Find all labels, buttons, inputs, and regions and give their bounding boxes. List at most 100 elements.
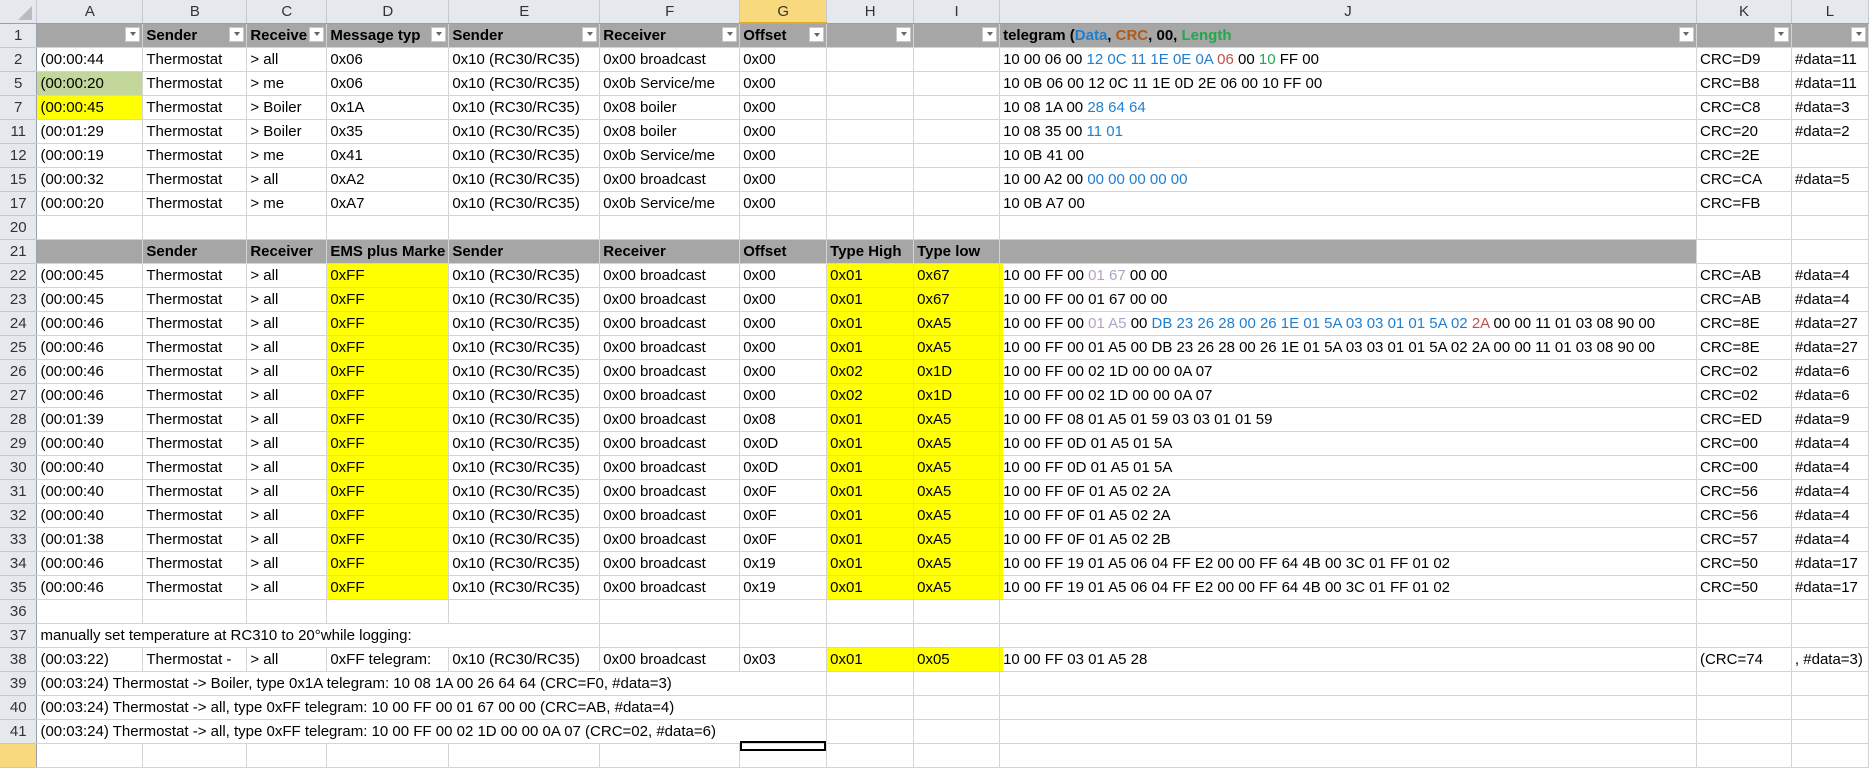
cell-f-receiver-id[interactable]: 0x00 broadcast: [599, 359, 741, 384]
cell-h-type-high[interactable]: 0x01: [826, 263, 915, 288]
cell-g-offset[interactable]: 0x0F: [739, 479, 828, 504]
cell-a-time[interactable]: (00:00:19: [36, 143, 144, 168]
cell-l-data-count[interactable]: [1791, 143, 1869, 168]
cell-k-crc[interactable]: CRC=00: [1696, 455, 1792, 480]
cell-j-telegram[interactable]: 10 08 35 00 11 01: [999, 119, 1697, 144]
empty-cell[interactable]: [142, 215, 248, 240]
cell-i-type-low[interactable]: 0xA5: [913, 407, 1001, 432]
header-cell-f[interactable]: Receiver: [599, 23, 741, 48]
cell-e-sender-id[interactable]: 0x10 (RC30/RC35): [448, 335, 601, 360]
cell-f-receiver-id[interactable]: 0x00 broadcast: [599, 167, 741, 192]
empty-cell[interactable]: [826, 599, 915, 624]
cell-i-type-low[interactable]: 0xA5: [913, 311, 1001, 336]
cell-c-receiver[interactable]: > all: [246, 527, 328, 552]
cell-l-data-count[interactable]: [1791, 191, 1869, 216]
cell-h-type-high[interactable]: 0x01: [826, 431, 915, 456]
cell-f-receiver-id[interactable]: 0x0b Service/me: [599, 143, 741, 168]
filter-dropdown-icon[interactable]: [982, 26, 998, 42]
cell-h-type-high[interactable]: 0x01: [826, 455, 915, 480]
cell-c-receiver[interactable]: > all: [246, 455, 328, 480]
cell-i-type-low[interactable]: 0xA5: [913, 503, 1001, 528]
cell-d-ems-marker[interactable]: 0xFF: [326, 575, 450, 600]
cell-l-data-count[interactable]: #data=27: [1791, 335, 1869, 360]
cell-a-time[interactable]: (00:00:46: [36, 551, 144, 576]
cell-b-sender[interactable]: Thermostat: [142, 167, 248, 192]
cell-f-receiver-id[interactable]: 0x00 broadcast: [599, 575, 741, 600]
filter-dropdown-icon[interactable]: [722, 26, 738, 42]
cell-c-receiver[interactable]: > all: [246, 47, 328, 72]
cell-g-offset[interactable]: 0x00: [739, 95, 828, 120]
section-header-cell[interactable]: Type low: [913, 239, 1001, 264]
filter-dropdown-icon[interactable]: [1851, 26, 1866, 42]
cell-k-crc[interactable]: CRC=56: [1696, 503, 1792, 528]
filter-dropdown-icon[interactable]: [309, 26, 325, 42]
cell-h[interactable]: [826, 47, 915, 72]
filter-dropdown-icon[interactable]: [229, 26, 245, 42]
cell-k-crc[interactable]: CRC=57: [1696, 527, 1792, 552]
cell-d-ems-marker[interactable]: 0xFF: [326, 503, 450, 528]
cell-i-type-low[interactable]: 0x67: [913, 287, 1001, 312]
cell-d-ems-marker[interactable]: 0xFF: [326, 407, 450, 432]
cell-g-offset[interactable]: 0x00: [739, 191, 828, 216]
column-header-e[interactable]: E: [448, 0, 601, 24]
cell-d-ems-marker[interactable]: 0xFF: [326, 311, 450, 336]
row-header[interactable]: [0, 743, 38, 768]
empty-cell[interactable]: [246, 743, 328, 768]
column-header-f[interactable]: F: [599, 0, 741, 24]
section-header-cell[interactable]: Receiver: [599, 239, 741, 264]
cell-i[interactable]: [913, 143, 1001, 168]
cell-f-receiver-id[interactable]: 0x00 broadcast: [599, 431, 741, 456]
empty-cell[interactable]: [36, 215, 144, 240]
cell-i-type-low[interactable]: 0xA5: [913, 431, 1001, 456]
cell-l-data-count[interactable]: #data=6: [1791, 359, 1869, 384]
empty-cell[interactable]: [739, 215, 828, 240]
empty-cell[interactable]: [913, 695, 1001, 720]
cell-a-time[interactable]: (00:00:20: [36, 71, 144, 96]
cell-d-ems-marker[interactable]: 0xFF: [326, 527, 450, 552]
cell-f-receiver-id[interactable]: 0x00 broadcast: [599, 335, 741, 360]
row-header[interactable]: 1: [0, 23, 38, 48]
cell-d-ems-marker[interactable]: 0xFF: [326, 263, 450, 288]
cell-f-receiver-id[interactable]: 0x00 broadcast: [599, 455, 741, 480]
cell-e-sender-id[interactable]: 0x10 (RC30/RC35): [448, 311, 601, 336]
cell-a-time[interactable]: (00:00:46: [36, 335, 144, 360]
column-header-a[interactable]: A: [36, 0, 144, 24]
empty-cell[interactable]: [913, 719, 1001, 744]
cell-k-crc[interactable]: CRC=ED: [1696, 407, 1792, 432]
cell-e-sender-id[interactable]: 0x10 (RC30/RC35): [448, 407, 601, 432]
cell-h-type-high[interactable]: 0x01: [826, 335, 915, 360]
cell-c-receiver[interactable]: > me: [246, 71, 328, 96]
cell-b-sender[interactable]: Thermostat: [142, 575, 248, 600]
cell-g-offset[interactable]: 0x0D: [739, 431, 828, 456]
header-cell-l[interactable]: [1791, 23, 1869, 48]
cell-l-data-count[interactable]: #data=4: [1791, 287, 1869, 312]
cell-j-telegram[interactable]: 10 00 FF 0D 01 A5 01 5A: [999, 455, 1697, 480]
row-header[interactable]: 29: [0, 431, 38, 456]
cell-i-type-low[interactable]: 0x1D: [913, 359, 1001, 384]
cell-h-type-high[interactable]: 0x01: [826, 287, 915, 312]
cell-k-crc[interactable]: CRC=02: [1696, 383, 1792, 408]
empty-cell[interactable]: [326, 215, 450, 240]
empty-cell[interactable]: [999, 623, 1697, 648]
cell-h-type-high[interactable]: 0x01: [826, 647, 915, 672]
cell-h-type-high[interactable]: 0x01: [826, 575, 915, 600]
cell-l-data-count[interactable]: #data=4: [1791, 431, 1869, 456]
cell-i[interactable]: [913, 191, 1001, 216]
cell-a-time[interactable]: (00:00:45: [36, 263, 144, 288]
cell-a-time[interactable]: (00:01:38: [36, 527, 144, 552]
row-header[interactable]: 34: [0, 551, 38, 576]
cell-a-time[interactable]: (00:00:32: [36, 167, 144, 192]
filter-dropdown-icon[interactable]: [431, 26, 447, 42]
cell-f-receiver-id[interactable]: 0x00 broadcast: [599, 503, 741, 528]
cell-d-ems-marker[interactable]: 0xFF: [326, 383, 450, 408]
row-header[interactable]: 39: [0, 671, 38, 696]
cell-b-sender[interactable]: Thermostat: [142, 263, 248, 288]
cell-k-crc[interactable]: CRC=FB: [1696, 191, 1792, 216]
cell-e-sender-id[interactable]: 0x10 (RC30/RC35): [448, 263, 601, 288]
empty-cell[interactable]: [1791, 623, 1869, 648]
row-header[interactable]: 35: [0, 575, 38, 600]
log-text[interactable]: (00:03:24) Thermostat -> all, type 0xFF …: [36, 719, 828, 744]
cell-g-offset[interactable]: 0x00: [739, 167, 828, 192]
empty-cell[interactable]: [599, 599, 741, 624]
cell-g-offset[interactable]: 0x0F: [739, 503, 828, 528]
